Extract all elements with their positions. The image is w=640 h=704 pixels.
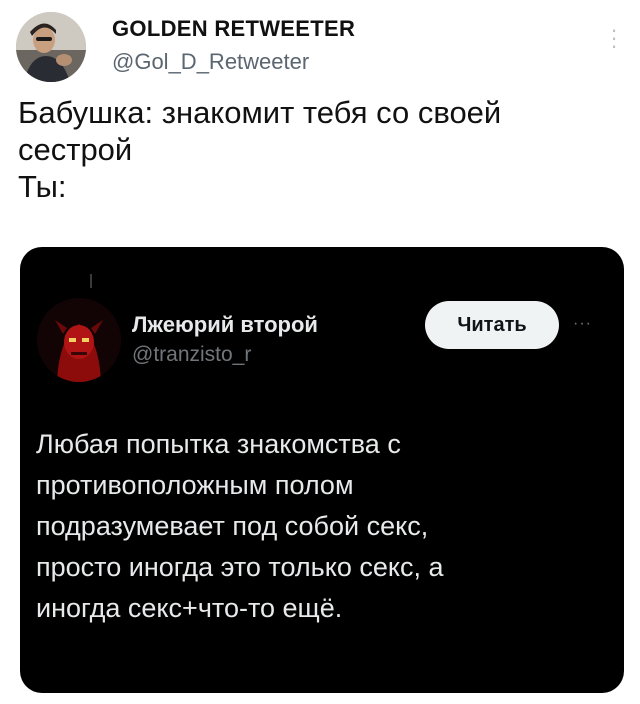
avatar[interactable] xyxy=(16,12,86,82)
embedded-text-line: противоположным полом xyxy=(36,470,354,500)
embedded-author-handle: @tranzisto_r xyxy=(132,343,252,366)
horizontal-ellipsis-icon: ··· xyxy=(573,315,592,332)
vertical-ellipsis-icon[interactable]: · · · xyxy=(610,19,618,57)
tweet-header: GOLDEN RETWEETER @Gol_D_Retweeter · · · xyxy=(16,12,624,82)
author-display-name[interactable]: GOLDEN RETWEETER xyxy=(112,16,355,42)
embedded-tweet-text: Любая попытка знакомства с противоположн… xyxy=(36,424,616,629)
embedded-text-line: подразумевает под собой секс, xyxy=(36,511,429,541)
embedded-author-name: Лжеюрий второй xyxy=(132,312,318,337)
tweet-text: Бабушка: знакомит тебя со своей сестрой … xyxy=(18,94,618,205)
author-handle[interactable]: @Gol_D_Retweeter xyxy=(112,49,309,75)
embedded-text-line: Любая попытка знакомства с xyxy=(36,429,401,459)
embedded-text-line: просто иногда это только секс, а xyxy=(36,552,444,582)
avatar-photo xyxy=(16,12,86,82)
thread-line xyxy=(90,274,92,288)
embedded-text-line: иногда секс+что-то ещё. xyxy=(36,593,343,623)
tweet-text-line: Ты: xyxy=(18,169,67,204)
embedded-tweet-screenshot: Лжеюрий второй @tranzisto_r Читать ··· Л… xyxy=(20,247,624,693)
follow-button[interactable]: Читать xyxy=(425,301,559,349)
embedded-avatar-image xyxy=(37,298,121,382)
embedded-avatar xyxy=(37,298,121,382)
tweet-text-line: сестрой xyxy=(18,132,133,167)
tweet-text-line: Бабушка: знакомит тебя со своей xyxy=(18,95,502,130)
